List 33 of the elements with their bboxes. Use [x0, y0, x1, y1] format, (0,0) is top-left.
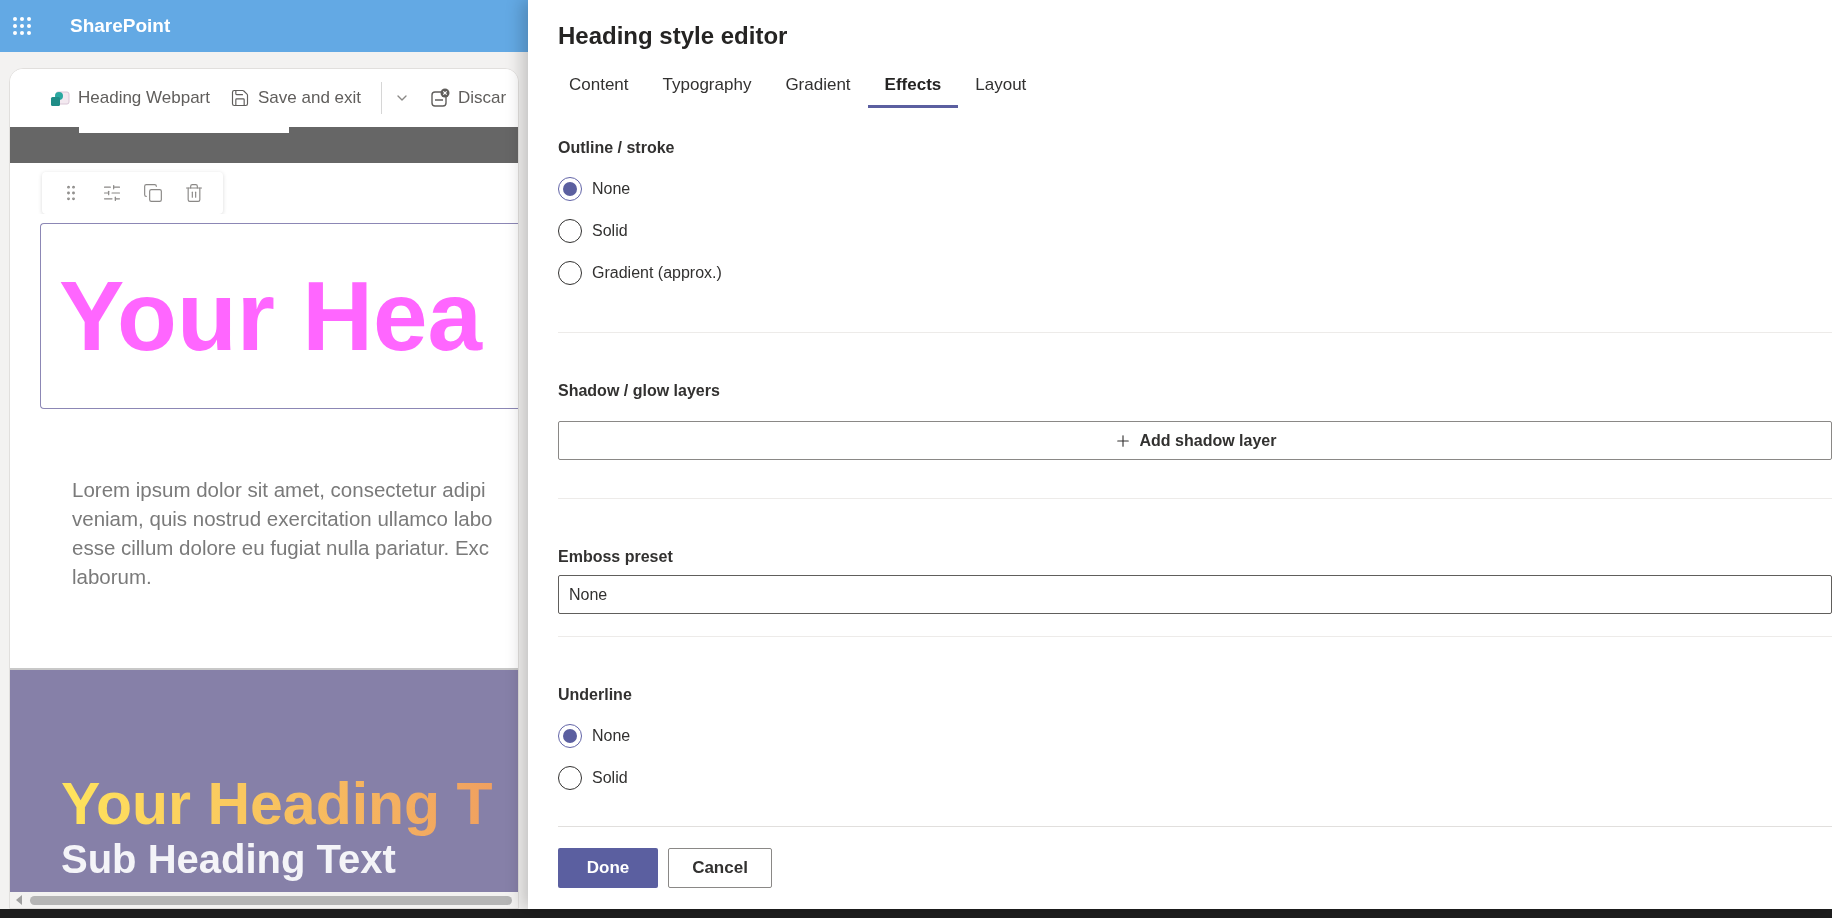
section-heading: Shadow / glow layers — [558, 381, 721, 401]
panel-title: Heading style editor — [558, 21, 789, 51]
radio-option[interactable]: Solid — [558, 210, 628, 252]
banner-subheading: Sub Heading Text — [61, 836, 397, 882]
radio-option[interactable]: None — [558, 715, 631, 757]
delete-icon[interactable] — [184, 183, 205, 203]
section-heading: Outline / stroke — [558, 138, 676, 158]
radio-option[interactable]: Gradient (approx.) — [558, 252, 722, 294]
body-paragraph: Lorem ipsum dolor sit amet, consectetur adipi veniam, quis nostrud exercitation ullamco labo esse cillum dolore eu fugiat nulla pariatur. Exc laborum. — [72, 477, 494, 590]
save-and-exit-button[interactable]: Save and exit — [230, 85, 361, 111]
discard-button[interactable]: Discar — [430, 85, 507, 111]
emboss-select[interactable]: None — [558, 575, 1832, 614]
done-button[interactable]: Done — [558, 848, 658, 888]
tab[interactable]: Layout — [958, 64, 1044, 108]
section-heading: Emboss preset — [558, 547, 674, 567]
add-shadow-layer-button[interactable]: Add shadow layer — [558, 421, 1832, 460]
tab[interactable]: Content — [552, 64, 646, 108]
tab[interactable]: Effects — [867, 64, 959, 108]
discard-icon — [430, 88, 450, 108]
webpart-name: Heading Webpart — [78, 87, 210, 110]
radio-option[interactable]: Solid — [558, 757, 628, 799]
horizontal-scrollbar[interactable] — [30, 895, 512, 905]
radio-option[interactable]: None — [558, 168, 631, 210]
tab[interactable]: Gradient — [768, 64, 868, 108]
cancel-button[interactable]: Cancel — [668, 848, 772, 888]
duplicate-icon[interactable] — [143, 183, 164, 203]
tab[interactable]: Typography — [645, 64, 769, 108]
heading-text: Your Hea — [59, 267, 482, 365]
settings-icon[interactable] — [101, 183, 122, 203]
save-icon — [230, 88, 250, 108]
app-launcher-icon[interactable] — [12, 16, 32, 36]
section-heading: Underline — [558, 685, 633, 705]
webpart-icon — [50, 89, 70, 107]
